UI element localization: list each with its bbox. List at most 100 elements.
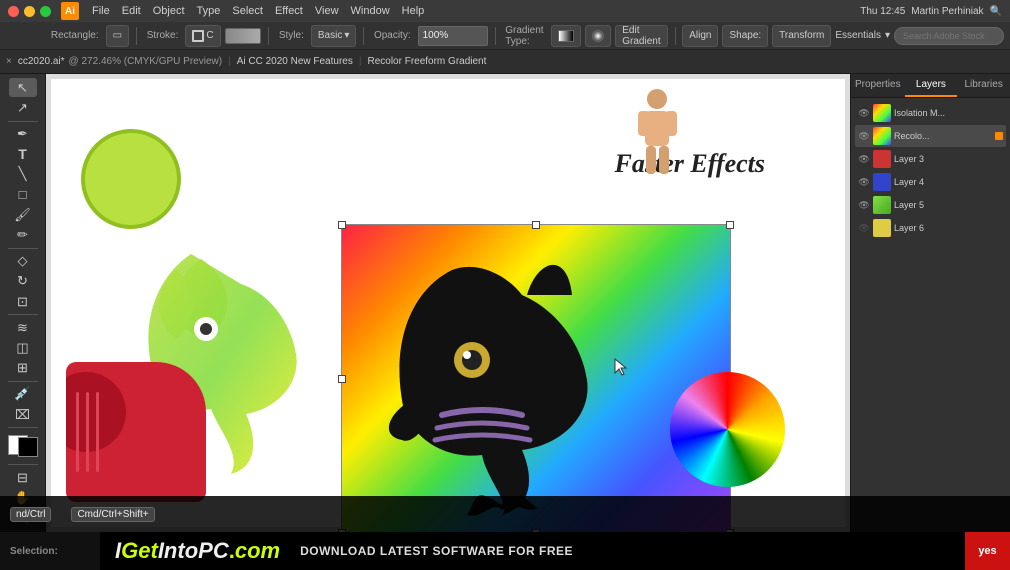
search-stock-input[interactable] [894, 27, 1004, 45]
gradient-tool[interactable]: ◫ [9, 338, 37, 357]
menu-file[interactable]: File [87, 3, 115, 19]
stroke-color-btn[interactable]: C [185, 25, 220, 47]
username: Martin Perhiniak [911, 6, 983, 17]
scale-tool[interactable]: ⊡ [9, 292, 37, 311]
pen-tool[interactable]: ✒ [9, 124, 37, 143]
logo-get: Get [121, 538, 158, 564]
artboard: Faster Effects [46, 74, 850, 532]
shape-selector[interactable]: ▭ [106, 25, 129, 47]
type-tool[interactable]: T [9, 145, 37, 164]
bottom-left-section: Selection: [0, 532, 100, 570]
layer-visibility-icon[interactable]: 👁 [858, 199, 870, 211]
color-box [8, 435, 38, 457]
main-toolbar: Rectangle: ▭ Stroke: C Style: Basic ▾ Op… [0, 22, 1010, 50]
recolor-link[interactable]: Recolor Freeform Gradient [367, 56, 486, 67]
shape-btn[interactable]: Shape: [722, 25, 768, 47]
style-label: Style: [276, 30, 307, 41]
layer-item[interactable]: 👁 Layer 6 [855, 217, 1006, 239]
layer-visibility-icon[interactable]: 👁 [858, 153, 870, 165]
separator-v2: | [359, 56, 362, 67]
layer-item[interactable]: 👁 Layer 4 [855, 171, 1006, 193]
layer-visibility-icon[interactable]: 👁 [858, 107, 870, 119]
canvas-content: Faster Effects [46, 74, 850, 532]
handle-tr [726, 221, 734, 229]
eraser-tool[interactable]: ◇ [9, 252, 37, 271]
rotate-tool[interactable]: ↻ [9, 272, 37, 291]
line-tool[interactable]: ╲ [9, 165, 37, 184]
gradient-radial-btn[interactable] [585, 25, 611, 47]
blend-tool[interactable]: ⌧ [9, 405, 37, 424]
menu-object[interactable]: Object [148, 3, 190, 19]
doc-tab[interactable]: cc2020.ai* @ 272.46% (CMYK/GPU Preview) [18, 56, 222, 67]
artboard-tool[interactable]: ⊟ [9, 468, 37, 487]
active-layer-indicator [995, 132, 1003, 140]
tool-sep-5 [8, 427, 38, 428]
menu-edit[interactable]: Edit [117, 3, 146, 19]
layer-name: Layer 4 [894, 177, 1003, 187]
whale-svg [372, 240, 712, 520]
gradient-linear-btn[interactable] [551, 25, 581, 47]
close-window-btn[interactable] [8, 6, 19, 17]
layer-item[interactable]: 👁 Layer 3 [855, 148, 1006, 170]
new-features-link[interactable]: Ai CC 2020 New Features [237, 56, 353, 67]
essentials-area: Essentials ▾ [835, 27, 1004, 45]
eyedropper-tool[interactable]: 💉 [9, 385, 37, 404]
menu-effect[interactable]: Effect [270, 3, 308, 19]
shape-tool[interactable]: □ [9, 185, 37, 204]
style-selector[interactable]: Basic ▾ [311, 25, 356, 47]
layer-thumbnail [873, 127, 891, 145]
menu-view[interactable]: View [310, 3, 344, 19]
main-area: ↖ ↗ ✒ T ╲ □ 🖌 ✏ ◇ ↻ ⊡ ≋ ◫ ⊞ 💉 ⌧ ⊟ ✋ 🔍 [0, 74, 1010, 532]
paintbrush-tool[interactable]: 🖌 [9, 205, 37, 224]
layer-item[interactable]: 👁 Isolation M... [855, 102, 1006, 124]
doc-tab-close[interactable]: × [6, 56, 12, 67]
canvas-area[interactable]: Faster Effects [46, 74, 850, 532]
selection-tool[interactable]: ↖ [9, 78, 37, 97]
yes-button[interactable]: yes [965, 532, 1010, 570]
warp-tool[interactable]: ≋ [9, 318, 37, 337]
status-label: Selection: [10, 546, 58, 557]
pencil-tool[interactable]: ✏ [9, 226, 37, 245]
stroke-color[interactable] [18, 437, 38, 457]
logo-into: Into [158, 538, 198, 564]
separator-2 [268, 27, 269, 45]
human-figure [630, 89, 685, 179]
green-circle [81, 129, 181, 229]
kbd-item-1: nd/Ctrl [10, 507, 51, 522]
separator-4 [495, 27, 496, 45]
edit-gradient-btn[interactable]: Edit Gradient [615, 25, 667, 47]
direct-selection-tool[interactable]: ↗ [9, 98, 37, 117]
tool-sep-1 [8, 121, 38, 122]
layer-visibility-icon[interactable]: 👁 [858, 176, 870, 188]
layer-thumbnail [873, 104, 891, 122]
rainbow-whale-bg [341, 224, 731, 532]
separator-5 [675, 27, 676, 45]
handle-ml [338, 375, 346, 383]
align-btn[interactable]: Align [682, 25, 718, 47]
tool-sep-6 [8, 464, 38, 465]
separator-3 [363, 27, 364, 45]
layers-panel-content: 👁 Isolation M... 👁 Recolo... [851, 98, 1010, 532]
minimize-window-btn[interactable] [24, 6, 35, 17]
transform-btn[interactable]: Transform [772, 25, 831, 47]
opacity-input[interactable] [418, 26, 488, 46]
menu-help[interactable]: Help [397, 3, 430, 19]
menu-type[interactable]: Type [192, 3, 226, 19]
layer-visibility-icon[interactable]: 👁 [858, 222, 870, 234]
mesh-tool[interactable]: ⊞ [9, 359, 37, 378]
handle-tl [338, 221, 346, 229]
tool-sep-4 [8, 381, 38, 382]
maximize-window-btn[interactable] [40, 6, 51, 17]
layer-item[interactable]: 👁 Layer 5 [855, 194, 1006, 216]
rainbow-circle [670, 372, 785, 487]
menu-select[interactable]: Select [227, 3, 268, 19]
properties-tab[interactable]: Properties [851, 74, 905, 97]
layers-tab[interactable]: Layers [905, 74, 958, 97]
menubar: Ai File Edit Object Type Select Effect V… [0, 0, 1010, 22]
search-icon[interactable]: 🔍 [990, 6, 1002, 17]
layer-item[interactable]: 👁 Recolo... [855, 125, 1006, 147]
layer-visibility-icon[interactable]: 👁 [858, 130, 870, 142]
libraries-tab[interactable]: Libraries [957, 74, 1010, 97]
menu-window[interactable]: Window [346, 3, 395, 19]
window-controls [8, 6, 51, 17]
